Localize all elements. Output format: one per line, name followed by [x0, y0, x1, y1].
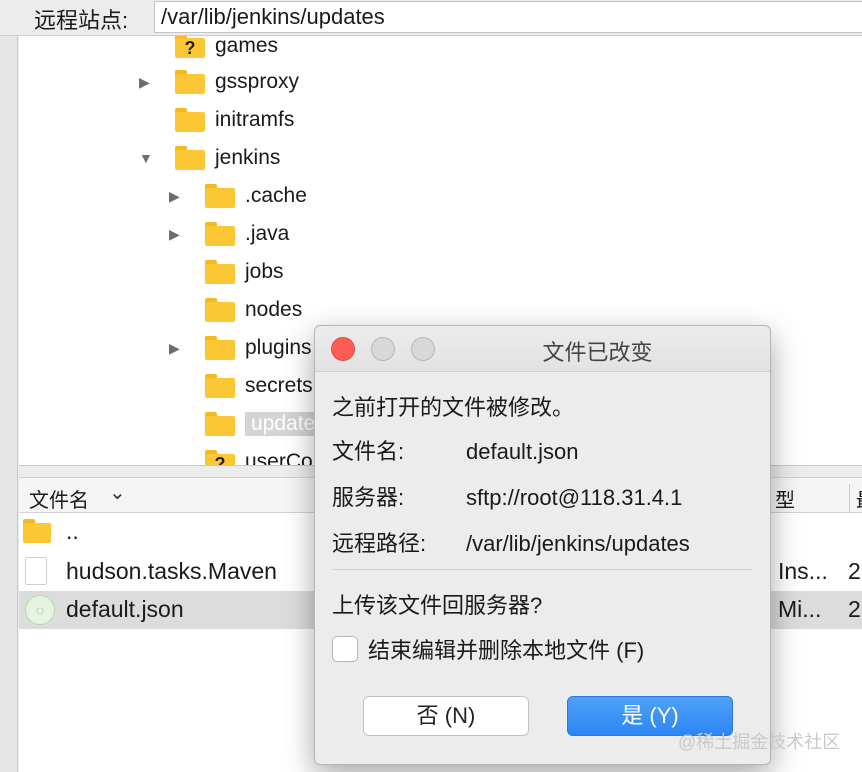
tree-item-label: userCo [245, 450, 313, 466]
dialog-title: 文件已改变 [542, 340, 653, 365]
folder-icon [175, 70, 205, 94]
expand-arrow-icon[interactable]: ▶ [169, 340, 183, 357]
folder-icon [205, 260, 235, 284]
file-changed-dialog: 文件已改变 之前打开的文件被修改。 文件名: default.json 服务器: s… [314, 325, 771, 765]
folder-icon [205, 374, 235, 398]
tree-item-label: games [215, 36, 279, 57]
tree-item[interactable]: ▼ jenkins [139, 139, 280, 177]
column-header-modified[interactable]: 最 [849, 484, 862, 513]
dialog-titlebar: 文件已改变 [315, 326, 770, 372]
file-name: default.json [66, 596, 184, 622]
tree-item-label: gssproxy [215, 70, 300, 93]
folder-icon [205, 336, 235, 360]
tree-item-label: nodes [245, 298, 303, 321]
folder-icon [175, 108, 205, 132]
tree-item-label: plugins [245, 336, 312, 359]
remote-path-bar: 远程站点: /var/lib/jenkins/updates [0, 0, 862, 36]
tree-item[interactable]: initramfs [139, 101, 294, 139]
folder-icon [23, 519, 51, 543]
file-type: Mi... [778, 596, 822, 622]
file-name: hudson.tasks.Maven [66, 558, 277, 584]
delete-local-file-checkbox[interactable] [332, 636, 358, 662]
tree-item-label: secrets [245, 374, 313, 397]
checkbox-label: 结束编辑并删除本地文件 (F) [368, 638, 645, 663]
field-value: default.json [466, 439, 579, 464]
no-button[interactable]: 否 (N) [363, 696, 529, 736]
tree-item[interactable]: secrets [169, 367, 313, 405]
folder-icon [205, 298, 235, 322]
field-remote-path: 远程路径: /var/lib/jenkins/updates [332, 526, 690, 558]
expand-arrow-icon[interactable]: ▶ [169, 226, 183, 243]
column-header-filename[interactable]: 文件名 [29, 484, 89, 513]
field-server: 服务器: sftp://root@118.31.4.1 [332, 480, 682, 512]
collapse-arrow-icon[interactable]: ▼ [139, 150, 153, 166]
field-value: /var/lib/jenkins/updates [466, 531, 690, 556]
tree-item[interactable]: nodes [169, 291, 302, 329]
tree-item[interactable]: userCo [169, 443, 313, 466]
field-filename: 文件名: default.json [332, 434, 579, 466]
expand-arrow-icon[interactable]: ▶ [139, 74, 153, 91]
tree-item-label: initramfs [215, 108, 295, 131]
folder-icon [175, 146, 205, 170]
tree-item[interactable]: ▶ gssproxy [139, 63, 299, 101]
remote-site-label: 远程站点: [34, 8, 129, 33]
field-label: 文件名: [332, 439, 405, 464]
left-panel-edge [0, 0, 18, 772]
field-value: sftp://root@118.31.4.1 [466, 485, 683, 510]
tree-item-label: .cache [245, 184, 307, 207]
folder-unknown-icon [205, 450, 235, 465]
file-name: .. [66, 518, 79, 544]
folder-unknown-icon [175, 36, 205, 58]
divider [332, 569, 752, 570]
column-header-type[interactable]: 型 [775, 484, 795, 513]
tree-item[interactable]: ▶ .java [169, 215, 289, 253]
upload-question: 上传该文件回服务器? [332, 593, 543, 618]
expand-arrow-icon[interactable]: ▶ [169, 188, 183, 205]
watermark: @稀土掘金技术社区 [678, 732, 841, 752]
tree-item-label: jobs [245, 260, 284, 283]
file-modified: 2 [848, 558, 861, 584]
tree-item-selected[interactable]: updates [169, 405, 332, 443]
file-icon [25, 557, 47, 585]
remote-path-input[interactable]: /var/lib/jenkins/updates [154, 1, 862, 33]
field-label: 服务器: [332, 485, 405, 510]
chevron-down-icon[interactable]: ⌄ [109, 480, 126, 505]
folder-icon [205, 412, 235, 436]
tree-item[interactable]: games [139, 36, 278, 65]
delete-local-file-option[interactable]: 结束编辑并删除本地文件 (F) [332, 633, 644, 665]
tree-item[interactable]: ▶ .cache [169, 177, 307, 215]
folder-icon [205, 222, 235, 246]
json-file-icon: ◌ [25, 595, 55, 625]
dialog-message: 之前打开的文件被修改。 [332, 395, 575, 420]
field-label: 远程路径: [332, 531, 427, 556]
tree-item-label: jenkins [215, 146, 281, 169]
file-type: Ins... [778, 558, 828, 584]
tree-item[interactable]: ▶ plugins [169, 329, 312, 367]
folder-icon [205, 184, 235, 208]
tree-item-label: .java [245, 222, 290, 245]
file-modified: 2 [848, 596, 861, 622]
tree-item[interactable]: jobs [169, 253, 284, 291]
